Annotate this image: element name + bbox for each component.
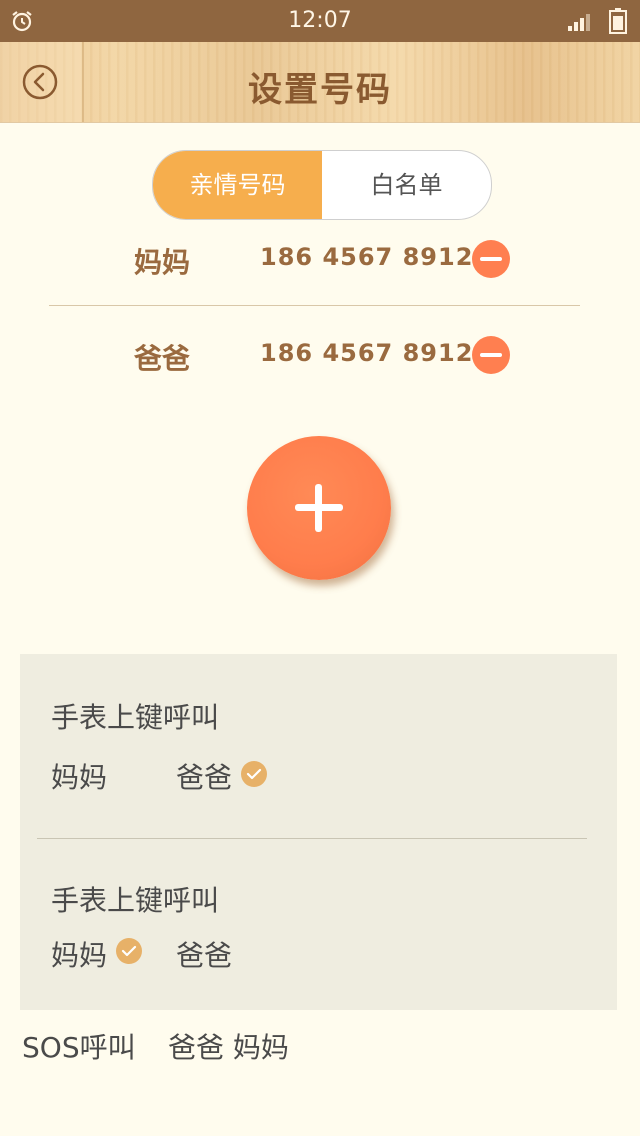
signal-icon [568, 11, 596, 35]
divider [49, 305, 580, 306]
status-time: 12:07 [288, 8, 352, 33]
sos-label: SOS呼叫 [22, 1031, 136, 1064]
battery-icon [609, 8, 627, 38]
contact-row: 妈妈 186 4567 8912 [0, 229, 640, 289]
key-call-option-dad[interactable]: 爸爸 [176, 756, 232, 796]
tab-whitelist[interactable]: 白名单 [322, 151, 491, 219]
status-bar: 12:07 [0, 0, 640, 42]
key-call-settings-panel: 手表上键呼叫 妈妈 爸爸 手表上键呼叫 妈妈 爸爸 [20, 654, 617, 1010]
remove-contact-button[interactable] [472, 336, 510, 374]
minus-icon [480, 353, 502, 357]
minus-icon [480, 257, 502, 261]
check-icon [116, 938, 142, 964]
key-call-label: 手表上键呼叫 [51, 701, 220, 734]
contact-phone: 186 4567 8912 [260, 243, 474, 271]
key-call-label: 手表上键呼叫 [51, 884, 220, 917]
key-call-option-mom[interactable]: 妈妈 [51, 934, 107, 974]
key-call-option-dad[interactable]: 爸爸 [176, 934, 232, 974]
contact-row: 爸爸 186 4567 8912 [0, 325, 640, 385]
remove-contact-button[interactable] [472, 240, 510, 278]
key-call-option-mom[interactable]: 妈妈 [51, 756, 107, 796]
divider [37, 838, 587, 839]
contact-phone: 186 4567 8912 [260, 339, 474, 367]
contact-name: 妈妈 [134, 246, 191, 279]
tab-family-numbers[interactable]: 亲情号码 [153, 151, 322, 219]
contact-name: 爸爸 [134, 342, 191, 375]
page-title: 设置号码 [248, 70, 392, 110]
add-contact-button[interactable] [247, 436, 391, 580]
sos-names[interactable]: 爸爸 妈妈 [168, 1026, 289, 1066]
segmented-control: 亲情号码 白名单 [152, 150, 492, 220]
sos-row: SOS呼叫 爸爸 妈妈 [22, 1026, 289, 1066]
check-icon [241, 761, 267, 787]
header-bar: 设置号码 [0, 42, 640, 123]
